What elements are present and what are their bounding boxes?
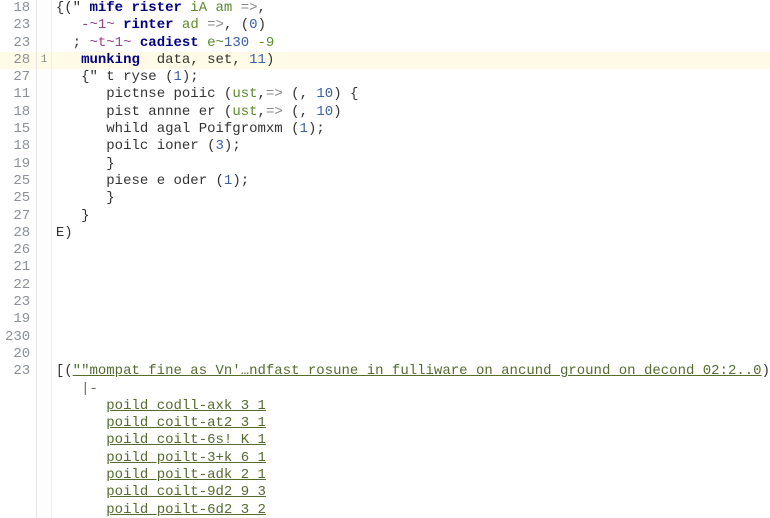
code-line[interactable]: piese e oder (1); — [52, 173, 770, 190]
code-line[interactable]: pist annne er (ust,=> (, 10) — [52, 104, 770, 121]
code-line[interactable]: poild codll-axk 3 1 — [52, 398, 770, 415]
line-number: 23 — [0, 363, 36, 380]
code-line[interactable] — [52, 242, 770, 259]
fold-indicator[interactable] — [37, 190, 51, 207]
line-number: 23 — [0, 294, 36, 311]
line-number: 18 — [0, 138, 36, 155]
fold-indicator[interactable] — [37, 398, 51, 415]
line-number: 19 — [0, 311, 36, 328]
fold-indicator[interactable]: 1 — [37, 52, 51, 69]
fold-indicator[interactable] — [37, 208, 51, 225]
fold-indicator[interactable] — [37, 381, 51, 398]
code-line[interactable] — [52, 277, 770, 294]
code-line[interactable]: munking data, set, 11) — [52, 52, 770, 69]
line-number — [0, 450, 36, 467]
line-number: 26 — [0, 242, 36, 259]
code-line[interactable]: poild poilt-6d2 3 2 — [52, 502, 770, 518]
line-number: 25 — [0, 173, 36, 190]
fold-indicator[interactable] — [37, 104, 51, 121]
fold-indicator[interactable] — [37, 17, 51, 34]
fold-indicator[interactable] — [37, 0, 51, 17]
fold-indicator[interactable] — [37, 432, 51, 449]
code-editor[interactable]: 1823232827111815181925252728262122231923… — [0, 0, 770, 518]
line-number — [0, 502, 36, 518]
fold-indicator[interactable] — [37, 450, 51, 467]
code-line[interactable]: pictnse poiic (ust,=> (, 10) { — [52, 86, 770, 103]
code-line[interactable]: } — [52, 190, 770, 207]
code-line[interactable]: poilc ioner (3); — [52, 138, 770, 155]
fold-indicator[interactable] — [37, 121, 51, 138]
code-line[interactable] — [52, 259, 770, 276]
fold-indicator[interactable] — [37, 259, 51, 276]
line-number: 28 — [0, 225, 36, 242]
code-line[interactable]: E) — [52, 225, 770, 242]
line-number: 25 — [0, 190, 36, 207]
code-line[interactable]: poild coilt-6s! K 1 — [52, 432, 770, 449]
fold-indicator[interactable] — [37, 311, 51, 328]
fold-indicator[interactable] — [37, 69, 51, 86]
fold-indicator[interactable] — [37, 225, 51, 242]
line-number: 21 — [0, 259, 36, 276]
fold-indicator[interactable] — [37, 363, 51, 380]
fold-indicator[interactable] — [37, 277, 51, 294]
fold-indicator[interactable] — [37, 467, 51, 484]
line-number: 22 — [0, 277, 36, 294]
code-line[interactable]: [(""mompat fine as Vn'…ndfast rosune in … — [52, 363, 770, 380]
line-number — [0, 432, 36, 449]
fold-indicator[interactable] — [37, 35, 51, 52]
line-number: 20 — [0, 346, 36, 363]
fold-indicator[interactable] — [37, 156, 51, 173]
fold-indicator[interactable] — [37, 86, 51, 103]
line-number: 230 — [0, 329, 36, 346]
line-number: 27 — [0, 208, 36, 225]
line-number: 27 — [0, 69, 36, 86]
line-number — [0, 381, 36, 398]
code-line[interactable] — [52, 294, 770, 311]
code-line[interactable]: ; ~t~1~ cadiest e~130 -9 — [52, 35, 770, 52]
line-number: 11 — [0, 86, 36, 103]
fold-indicator[interactable] — [37, 294, 51, 311]
code-line[interactable]: {" t ryse (1); — [52, 69, 770, 86]
fold-indicator[interactable] — [37, 173, 51, 190]
code-area[interactable]: {(" mife rister iA am =>, -~1~ rinter ad… — [52, 0, 770, 518]
fold-indicator[interactable] — [37, 138, 51, 155]
line-number — [0, 415, 36, 432]
line-number: 18 — [0, 0, 36, 17]
line-number-gutter: 1823232827111815181925252728262122231923… — [0, 0, 37, 518]
code-line[interactable]: } — [52, 208, 770, 225]
line-number — [0, 467, 36, 484]
fold-indicator[interactable] — [37, 242, 51, 259]
code-line[interactable] — [52, 346, 770, 363]
line-number: 18 — [0, 104, 36, 121]
line-number: 19 — [0, 156, 36, 173]
fold-indicator[interactable] — [37, 502, 51, 518]
code-line[interactable] — [52, 311, 770, 328]
line-number — [0, 484, 36, 501]
line-number: 28 — [0, 52, 36, 69]
fold-indicator[interactable] — [37, 484, 51, 501]
line-number: 23 — [0, 35, 36, 52]
code-line[interactable] — [52, 329, 770, 346]
fold-indicator[interactable] — [37, 346, 51, 363]
code-line[interactable]: poild coilt-9d2 9 3 — [52, 484, 770, 501]
code-line[interactable]: poild poilt-adk 2 1 — [52, 467, 770, 484]
line-number: 23 — [0, 17, 36, 34]
code-line[interactable]: -~1~ rinter ad =>, (0) — [52, 17, 770, 34]
code-line[interactable]: poild coilt-at2 3 1 — [52, 415, 770, 432]
code-line[interactable]: {(" mife rister iA am =>, — [52, 0, 770, 17]
code-line[interactable]: } — [52, 156, 770, 173]
fold-indicator[interactable] — [37, 329, 51, 346]
line-number — [0, 398, 36, 415]
code-line[interactable]: whild agal Poifgromxm (1); — [52, 121, 770, 138]
line-number: 15 — [0, 121, 36, 138]
code-line[interactable]: poild poilt-3+k 6 1 — [52, 450, 770, 467]
code-line[interactable]: |- — [52, 381, 770, 398]
fold-indicator[interactable] — [37, 415, 51, 432]
fold-gutter[interactable]: 1 — [37, 0, 52, 518]
